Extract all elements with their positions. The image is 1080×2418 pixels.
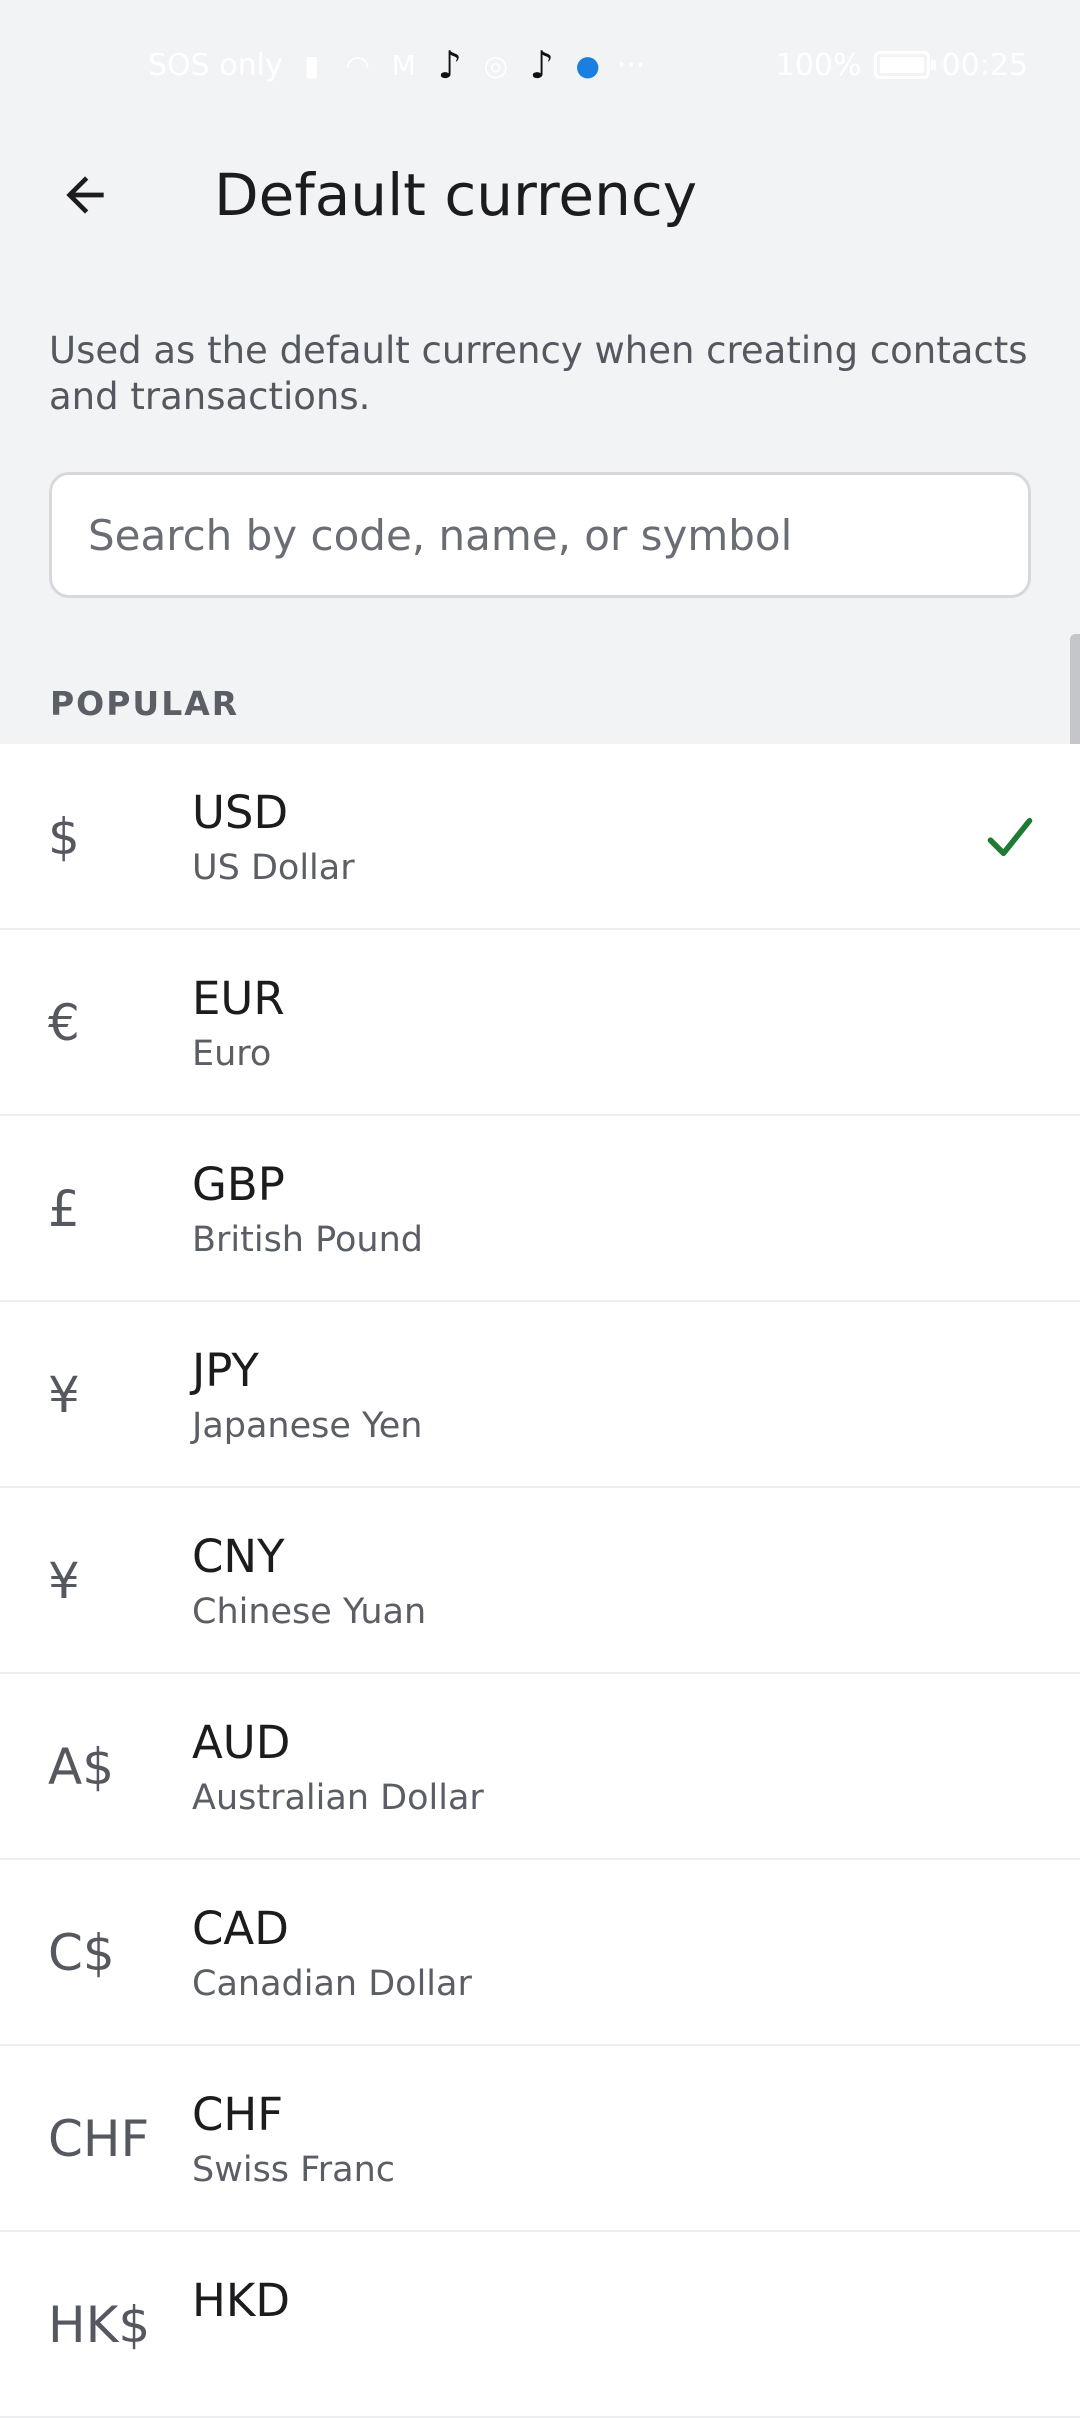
currency-list: $ USD US Dollar € EUR Euro £ GBP British…	[0, 744, 1080, 2418]
currency-row-jpy[interactable]: ¥ JPY Japanese Yen	[0, 1302, 1080, 1488]
clock: 00:25	[941, 47, 1028, 83]
vpn-icon: ●	[575, 48, 600, 82]
currency-symbol: A$	[48, 1738, 115, 1796]
section-header-popular: POPULAR	[50, 684, 240, 723]
currency-name: US Dollar	[192, 848, 355, 888]
currency-symbol: £	[48, 1180, 80, 1238]
description-text: Used as the default currency when creati…	[49, 329, 1028, 418]
currency-symbol: €	[48, 994, 80, 1052]
search-box	[49, 472, 1031, 598]
sos-text: SOS only	[148, 47, 283, 83]
back-button[interactable]	[40, 150, 130, 240]
currency-name: Swiss Franc	[192, 2150, 396, 2190]
currency-code: EUR	[192, 972, 285, 1025]
arrow-left-icon	[66, 176, 104, 214]
currency-code: USD	[192, 786, 289, 839]
currency-symbol: ¥	[48, 1552, 80, 1610]
page-title: Default currency	[214, 161, 698, 229]
currency-name: Chinese Yuan	[192, 1592, 427, 1632]
currency-symbol: C$	[48, 1924, 115, 1982]
currency-row-usd[interactable]: $ USD US Dollar	[0, 744, 1080, 930]
currency-code: CNY	[192, 1530, 285, 1583]
currency-symbol: ¥	[48, 1366, 80, 1424]
currency-name: British Pound	[192, 1220, 423, 1260]
currency-row-hkd[interactable]: HK$ HKD	[0, 2232, 1080, 2418]
tiktok-icon: ♪	[437, 43, 462, 87]
currency-code: GBP	[192, 1158, 285, 1211]
pinterest-icon: ◎	[483, 48, 508, 82]
currency-name: Canadian Dollar	[192, 1964, 472, 2004]
battery-percent: 100%	[775, 47, 862, 83]
status-bar: SOS only ▮ ◠ M ♪ ◎ ♪ ● ··· 100% 00:25	[0, 0, 1080, 130]
currency-symbol: CHF	[48, 2110, 150, 2168]
currency-row-gbp[interactable]: £ GBP British Pound	[0, 1116, 1080, 1302]
currency-symbol: $	[48, 808, 80, 866]
search-input[interactable]	[52, 475, 1028, 595]
currency-name: Japanese Yen	[192, 1406, 423, 1446]
currency-name: Euro	[192, 1034, 272, 1074]
battery-icon	[873, 51, 936, 79]
status-left: SOS only ▮ ◠ M ♪ ◎ ♪ ● ···	[148, 43, 646, 87]
alert-icon: ▮	[303, 48, 320, 82]
app-bar: Default currency	[0, 130, 1080, 260]
tiktok-icon-2: ♪	[529, 43, 554, 87]
currency-code: CHF	[192, 2088, 284, 2141]
currency-code: HKD	[192, 2274, 290, 2327]
currency-symbol: HK$	[48, 2296, 151, 2354]
currency-code: JPY	[192, 1344, 259, 1397]
more-notifications: ···	[616, 47, 646, 83]
currency-row-cny[interactable]: ¥ CNY Chinese Yuan	[0, 1488, 1080, 1674]
wifi-icon: ◠	[345, 48, 370, 82]
gmail-icon: M	[391, 48, 416, 82]
status-right: 100% 00:25	[776, 48, 1028, 83]
currency-row-aud[interactable]: A$ AUD Australian Dollar	[0, 1674, 1080, 1860]
currency-code: AUD	[192, 1716, 291, 1769]
currency-row-cad[interactable]: C$ CAD Canadian Dollar	[0, 1860, 1080, 2046]
checkmark-icon	[984, 744, 1036, 930]
currency-row-eur[interactable]: € EUR Euro	[0, 930, 1080, 1116]
currency-code: CAD	[192, 1902, 289, 1955]
currency-row-chf[interactable]: CHF CHF Swiss Franc	[0, 2046, 1080, 2232]
currency-name: Australian Dollar	[192, 1778, 484, 1818]
